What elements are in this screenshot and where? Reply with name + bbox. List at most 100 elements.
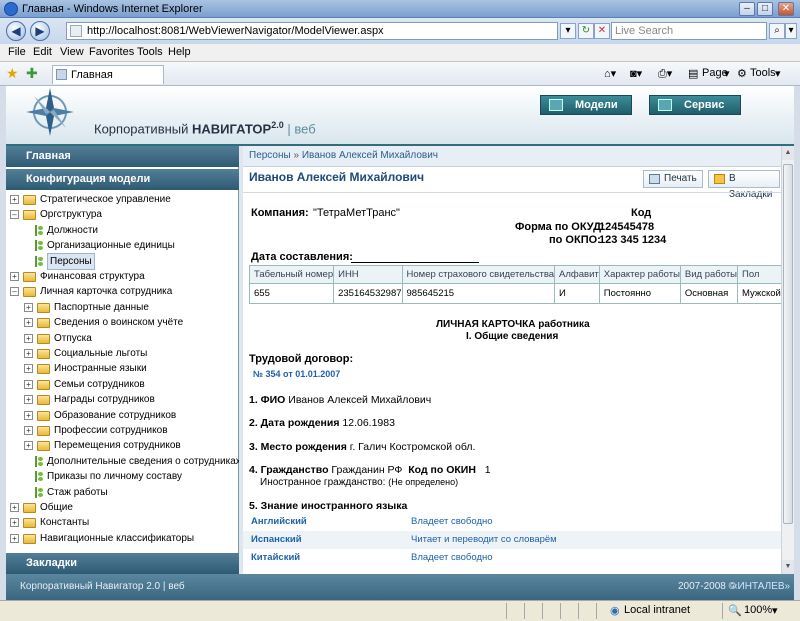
tree-item[interactable]: + Навигационные классификаторы [6,531,239,546]
stop-icon[interactable]: ✕ [594,23,610,39]
content-scrollbar[interactable]: ▲ ▼ [781,146,794,574]
back-button[interactable]: ◀ [6,21,26,41]
tab-home[interactable]: Главная [52,65,164,84]
menu-help[interactable]: Help [168,46,191,58]
print-icon[interactable]: ⎙▾ [658,67,672,81]
tree-item[interactable]: + Отпуска [6,331,239,346]
maximize-button[interactable]: □ [757,2,773,16]
tree-expand-toggle[interactable]: + [24,333,33,343]
tree-item[interactable]: Персоны [6,252,239,270]
refresh-icon[interactable]: ↻ [578,23,594,39]
menu-tools[interactable]: Tools [137,46,163,58]
print-button[interactable]: Печать [643,170,703,188]
tree-expand-toggle[interactable]: – [10,287,19,297]
citizenship-row: 4. Гражданство Гражданин РФ Код по ОКИН … [249,464,491,476]
tree-expand-toggle[interactable]: + [10,195,19,204]
app-title-prefix: Корпоративный [94,121,189,137]
tree-item[interactable]: Стаж работы [6,485,239,500]
tree-item[interactable]: Организационные единицы [6,238,239,253]
search-icon[interactable]: ⌕ [769,23,785,39]
favorites-star-icon[interactable]: ★ [6,65,19,82]
language-name[interactable]: Английский [251,513,307,531]
tree-item[interactable]: + Стратегическое управление [6,192,239,207]
tree-item[interactable]: Должности [6,223,239,238]
sidebar-home-header[interactable]: Главная [6,146,239,167]
tree-expand-toggle[interactable]: + [24,364,33,374]
search-options-button[interactable]: ▾ [785,23,797,39]
scroll-up-arrow-icon[interactable]: ▲ [782,146,794,160]
tree-expand-toggle[interactable]: + [24,318,33,328]
compass-logo-icon [26,88,74,136]
tree-expand-toggle[interactable]: – [10,210,19,220]
address-text[interactable]: http://localhost:8081/WebViewerNavigator… [87,25,384,37]
window-title-bar[interactable]: Главная - Windows Internet Explorer – □ … [0,0,800,18]
tree-expand-toggle[interactable]: + [10,272,19,281]
tree-item[interactable]: + Финансовая структура [6,269,239,284]
tools-menu-arrow[interactable]: ▾ [775,67,781,80]
tree-expand-toggle[interactable]: + [10,518,19,528]
tree-item[interactable]: + Перемещения сотрудников [6,438,239,453]
menu-edit[interactable]: Edit [33,46,52,58]
tools-menu-button[interactable]: Tools [750,67,776,79]
tree-item[interactable]: + Профессии сотрудников [6,423,239,438]
tree-expand-toggle[interactable]: + [10,533,19,543]
tree-item[interactable]: + Иностранные языки [6,361,239,376]
language-name[interactable]: Китайский [251,549,300,567]
tree-expand-toggle[interactable]: + [24,349,33,358]
feeds-icon[interactable]: ◙▾ [630,67,642,80]
tree-expand-toggle[interactable]: + [24,426,33,435]
folder-icon [37,379,50,390]
sidebar-model-config-header[interactable]: Конфигурация модели [6,169,239,190]
app-version: 2.0 [271,120,284,130]
add-favorites-icon[interactable]: ✚ [26,65,38,82]
tree-item[interactable]: + Семьи сотрудников [6,377,239,392]
tree-expand-toggle[interactable]: + [24,379,33,389]
breadcrumb-current[interactable]: Иванов Алексей Михайлович [302,150,438,161]
tree-item[interactable]: + Общие [6,500,239,515]
add-bookmark-button[interactable]: В Закладки [708,170,780,200]
forward-button[interactable]: ▶ [30,21,50,41]
search-input[interactable]: Live Search [611,22,767,40]
tree-item[interactable]: + Образование сотрудников [6,408,239,423]
menu-file[interactable]: File [8,46,26,58]
models-button[interactable]: Модели [540,95,632,115]
tree-expand-toggle[interactable]: + [10,503,19,512]
tree-item[interactable]: + Награды сотрудников [6,392,239,407]
zoom-level[interactable]: 100% [744,604,772,616]
tree-item[interactable]: – Оргструктура [6,207,239,222]
tree-item[interactable]: Приказы по личному составу [6,469,239,484]
folder-icon [37,349,50,359]
zoom-dropdown-icon[interactable]: ▾ [772,604,778,617]
contract-link[interactable]: № 354 от 01.01.2007 [253,369,340,379]
service-button[interactable]: Сервис [649,95,741,115]
home-icon[interactable]: ⌂▾ [604,67,616,80]
minimize-button[interactable]: – [739,2,755,16]
language-name[interactable]: Испанский [251,531,302,549]
tree-item[interactable]: Дополнительные сведения о сотрудниках [6,454,241,469]
sidebar-bookmarks-header[interactable]: Закладки [6,553,239,574]
tree-expand-toggle[interactable]: + [24,302,33,312]
table-cell: Мужской [737,283,781,304]
tree-item[interactable]: + Социальные льготы [6,346,239,361]
footer-company-link[interactable]: «ИНТАЛЕВ» [732,574,790,600]
breadcrumb-persons-link[interactable]: Персоны [249,150,291,161]
close-button[interactable]: ✕ [778,2,794,16]
menu-view[interactable]: View [60,46,84,58]
menu-favorites[interactable]: Favorites [89,46,134,58]
tree-item[interactable]: + Сведения о воинском учёте [6,315,239,330]
page-menu-arrow[interactable]: ▾ [724,67,730,80]
tree-item-label: Иностранные языки [54,363,147,375]
scroll-thumb[interactable] [783,164,793,524]
address-field[interactable]: http://localhost:8081/WebViewerNavigator… [66,22,558,40]
tree-item[interactable]: + Константы [6,515,239,530]
address-dropdown-button[interactable]: ▾ [560,23,576,39]
tree-expand-toggle[interactable]: + [24,395,33,405]
tree-expand-toggle[interactable]: + [24,441,33,451]
tools-gear-icon: ⚙ [737,68,747,80]
scroll-down-arrow-icon[interactable]: ▼ [782,560,794,574]
tree-item[interactable]: – Личная карточка сотрудника [6,284,239,299]
tree-item[interactable]: + Паспортные данные [6,300,239,315]
tree-node-icon [35,486,43,498]
bookmark-star-icon [714,174,725,184]
tree-expand-toggle[interactable]: + [24,410,33,420]
